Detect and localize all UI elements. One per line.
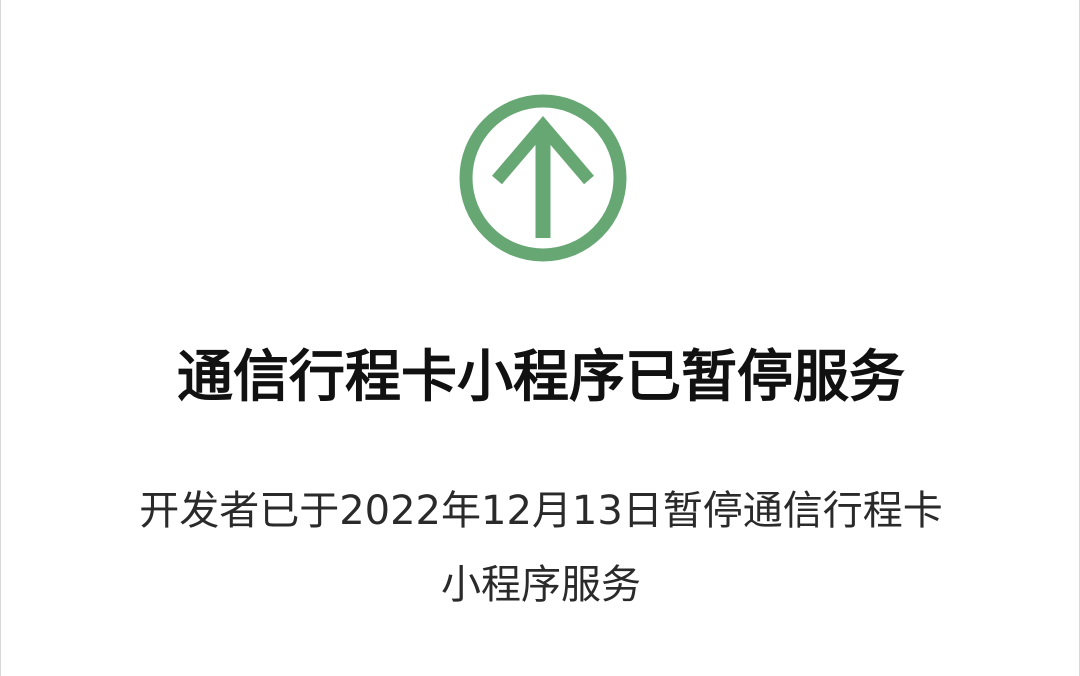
message-line-1: 开发者已于2022年12月13日暂停通信行程卡: [139, 488, 943, 534]
message-line-2: 小程序服务: [441, 562, 641, 608]
arrow-up-circle-icon: [457, 92, 629, 264]
page-title: 通信行程卡小程序已暂停服务: [177, 345, 905, 410]
service-suspended-message: 开发者已于2022年12月13日暂停通信行程卡 小程序服务: [81, 474, 1001, 622]
page-frame: 通信行程卡小程序已暂停服务 开发者已于2022年12月13日暂停通信行程卡 小程…: [0, 0, 1080, 676]
